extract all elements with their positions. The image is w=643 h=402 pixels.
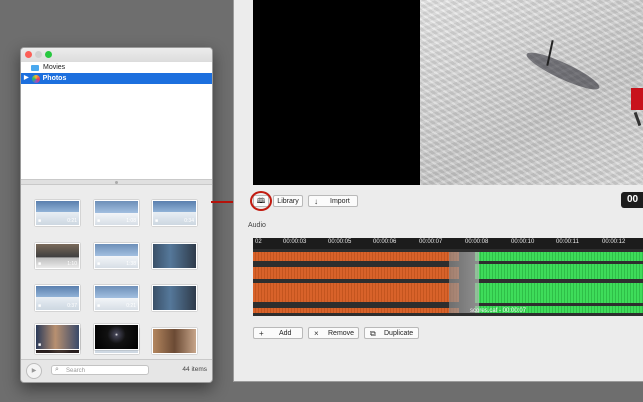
library-highlight-circle: [250, 191, 272, 211]
play-preview-button[interactable]: ▶: [26, 363, 42, 379]
media-thumbnail[interactable]: ■ 0:34: [152, 200, 197, 226]
library-label: Library: [277, 198, 299, 205]
waveform-gap: [475, 303, 643, 306]
video-camera-icon: ■: [38, 218, 42, 224]
media-browser-panel: Movies ▶ Photos ■ 0:21 ■ 1:08 ■ 0:34 ■ 1…: [20, 47, 213, 383]
zoom-window-button[interactable]: [45, 51, 52, 58]
waveform-gap: [253, 302, 459, 308]
arrow-down-icon: ↓: [314, 197, 318, 206]
duplicate-label: Duplicate: [384, 330, 414, 337]
media-thumbnail[interactable]: ■ 1:08: [94, 200, 139, 226]
ruler-tick-label: 00:00:11: [556, 239, 579, 245]
audio-track[interactable]: [253, 250, 643, 316]
thumbnail-duration: 0:34: [184, 218, 194, 224]
thumbnail-duration: 0:21: [67, 218, 77, 224]
ruler-tick-label: 00:00:08: [465, 239, 489, 245]
clip-label: scores.caf - 00:00:07: [470, 308, 527, 314]
audio-timeline[interactable]: 02 00:00:03 00:00:05 00:00:06 00:00:07 0…: [253, 238, 643, 316]
thumbnail-duration: 0:21: [126, 303, 136, 309]
skier-shadow: [523, 46, 603, 96]
thumbnail-duration: 1:38: [126, 261, 136, 267]
import-button[interactable]: ↓ Import: [308, 195, 358, 207]
media-thumbnail[interactable]: [152, 285, 197, 311]
photos-icon: [31, 74, 40, 83]
remove-button[interactable]: × Remove: [308, 327, 359, 339]
x-icon: ×: [314, 329, 319, 338]
media-thumbnail[interactable]: [152, 328, 197, 354]
item-count: 44 items: [182, 366, 207, 373]
media-thumbnail[interactable]: ■ 1:10: [35, 243, 80, 269]
media-thumbnail[interactable]: ■ 1:38: [94, 243, 139, 269]
video-camera-icon: ■: [155, 218, 159, 224]
ruler-tick-label: 00:00:12: [602, 239, 626, 245]
add-label: Add: [279, 330, 292, 337]
source-list: Movies ▶ Photos: [21, 62, 212, 179]
disclosure-triangle-icon[interactable]: ▶: [24, 73, 29, 84]
thumbnail-duration: 1:10: [67, 261, 77, 267]
plus-icon: +: [259, 329, 264, 338]
waveform-gap: [475, 279, 643, 283]
video-camera-icon: ■: [97, 303, 101, 309]
remove-label: Remove: [328, 330, 355, 337]
timeline-ruler[interactable]: 02 00:00:03 00:00:05 00:00:06 00:00:07 0…: [253, 238, 643, 249]
media-thumbnail[interactable]: [94, 324, 139, 350]
video-camera-icon: ■: [97, 218, 101, 224]
media-thumbnail[interactable]: ■ 0:21: [35, 200, 80, 226]
media-thumbnail[interactable]: ■ 0:21: [94, 285, 139, 311]
search-input[interactable]: Search: [51, 365, 149, 375]
thumbnail-duration: 0:37: [67, 303, 77, 309]
audio-section-label: Audio: [248, 222, 266, 229]
thumbnail-duration: 1:08: [126, 218, 136, 224]
close-window-button[interactable]: [25, 51, 32, 58]
splitter-handle-icon: [115, 181, 118, 184]
duplicate-icon: ⧉: [370, 329, 376, 338]
waveform-gap: [253, 279, 459, 283]
timecode-display: 00: [621, 192, 643, 208]
folder-icon: [31, 64, 39, 71]
source-item-photos[interactable]: ▶ Photos: [21, 73, 212, 84]
video-camera-icon: ■: [38, 261, 42, 267]
video-camera-icon: ■: [38, 342, 42, 348]
crossfade-region[interactable]: [449, 252, 479, 313]
video-preview: [253, 0, 643, 185]
duplicate-button[interactable]: ⧉ Duplicate: [364, 327, 419, 339]
media-thumbnail[interactable]: ■: [35, 324, 80, 350]
ruler-tick-label: 00:00:06: [373, 239, 397, 245]
browser-bottom-bar: ▶ Search ⌕ 44 items: [21, 359, 212, 382]
source-label: Movies: [43, 64, 66, 71]
minimize-window-button[interactable]: [35, 51, 42, 58]
ruler-tick-label: 00:00:07: [419, 239, 443, 245]
import-label: Import: [330, 198, 350, 205]
ruler-tick-label: 00:00:03: [283, 239, 307, 245]
video-camera-icon: ■: [38, 303, 42, 309]
source-label: Photos: [42, 75, 67, 82]
browser-titlebar: [21, 48, 212, 62]
ruler-tick-label: 00:00:10: [511, 239, 535, 245]
video-camera-icon: ■: [97, 261, 101, 267]
search-icon: ⌕: [55, 366, 59, 373]
library-button[interactable]: Library: [273, 195, 303, 207]
media-thumbnail[interactable]: ■ 0:37: [35, 285, 80, 311]
ruler-tick-label: 00:00:05: [328, 239, 352, 245]
main-window: 🕮 Library ↓ Import 00 Audio 02 00:00:03 …: [233, 0, 643, 382]
preview-frame-image: [420, 0, 643, 185]
waveform-gap: [253, 261, 459, 267]
skier-figure: [631, 88, 643, 110]
media-thumbnail[interactable]: [152, 243, 197, 269]
waveform-gap: [475, 261, 643, 264]
ruler-tick-label: 02: [255, 239, 262, 245]
source-item-movies[interactable]: Movies: [21, 62, 212, 73]
add-button[interactable]: + Add: [253, 327, 303, 339]
skier-legs: [633, 111, 642, 127]
